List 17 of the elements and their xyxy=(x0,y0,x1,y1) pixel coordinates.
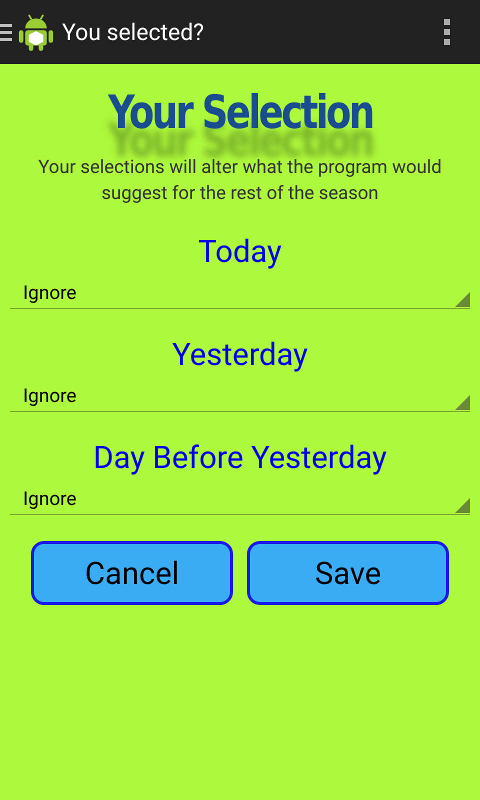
dropdown-corner-icon xyxy=(455,292,470,307)
robot-icon[interactable] xyxy=(18,12,54,52)
overflow-menu-icon[interactable] xyxy=(444,19,450,45)
menu-icon[interactable] xyxy=(0,24,12,40)
field-label: Yesterday xyxy=(171,337,309,373)
action-button[interactable]: Save xyxy=(247,541,449,605)
field-label: Today xyxy=(197,234,283,270)
dropdown[interactable]: Ignore xyxy=(10,379,470,412)
heading-logo: Your Selection xyxy=(108,84,372,141)
dropdown-corner-icon xyxy=(455,498,470,513)
dropdown[interactable]: Ignore xyxy=(10,482,470,515)
dropdown[interactable]: Ignore xyxy=(10,276,470,309)
description-text: Your selections will alter what the program would suggest for the rest of the season xyxy=(37,155,443,206)
dropdown-corner-icon xyxy=(455,395,470,410)
field-label: Day Before Yesterday xyxy=(92,440,388,476)
action-button[interactable]: Cancel xyxy=(31,541,233,605)
app-title: You selected? xyxy=(62,18,206,46)
